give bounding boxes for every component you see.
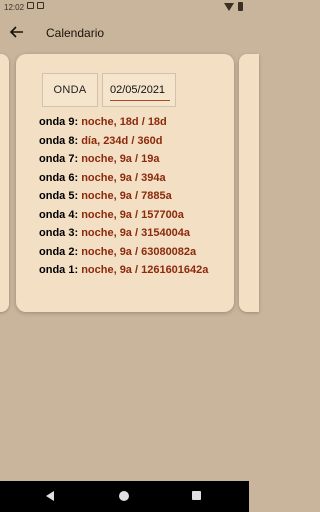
notification-icons bbox=[27, 2, 44, 9]
nav-home-icon[interactable] bbox=[119, 491, 129, 501]
wave-value: noche, 9a / 1261601642a bbox=[81, 264, 209, 276]
wave-row: onda 1: noche, 9a / 1261601642a bbox=[39, 263, 231, 282]
calendar-card: ONDA 02/05/2021 onda 9: noche, 18d / 18d… bbox=[16, 54, 234, 312]
wave-row: onda 8: día, 234d / 360d bbox=[39, 134, 231, 153]
wave-label: onda 9: bbox=[39, 116, 79, 128]
date-underline bbox=[110, 100, 170, 101]
app-bar: Calendario bbox=[0, 15, 249, 53]
page-title: Calendario bbox=[46, 26, 105, 40]
wave-label: onda 7: bbox=[39, 153, 79, 165]
status-bar: 12:02 bbox=[0, 0, 249, 15]
wave-label: onda 2: bbox=[39, 245, 79, 258]
date-value: 02/05/2021 bbox=[110, 84, 166, 96]
date-field[interactable]: 02/05/2021 bbox=[102, 73, 176, 107]
wave-label: onda 5: bbox=[39, 190, 79, 202]
wave-label: onda 3: bbox=[39, 227, 79, 239]
wave-label: onda 8: bbox=[39, 134, 79, 147]
arrow-left-icon[interactable] bbox=[9, 24, 25, 40]
google-notification-icon bbox=[37, 2, 44, 9]
wave-row: onda 9: noche, 18d / 18d bbox=[39, 115, 231, 134]
wave-label: onda 1: bbox=[39, 264, 79, 276]
ad-notification-icon bbox=[27, 2, 34, 9]
wave-row: onda 7: noche, 9a / 19a bbox=[39, 152, 231, 171]
wave-value: noche, 9a / 63080082a bbox=[81, 245, 197, 258]
battery-icon bbox=[238, 2, 243, 11]
wave-row: onda 5: noche, 9a / 7885a bbox=[39, 189, 231, 208]
wave-value: noche, 9a / 7885a bbox=[81, 190, 172, 202]
wave-label: onda 4: bbox=[39, 208, 79, 221]
wifi-icon bbox=[224, 2, 234, 11]
next-card[interactable] bbox=[239, 54, 259, 312]
wave-row: onda 6: noche, 9a / 394a bbox=[39, 171, 231, 190]
wave-value: noche, 18d / 18d bbox=[81, 116, 167, 128]
wave-value: noche, 9a / 3154004a bbox=[81, 227, 191, 239]
status-time: 12:02 bbox=[4, 3, 25, 12]
wave-row: onda 4: noche, 9a / 157700a bbox=[39, 208, 231, 227]
wave-value: noche, 9a / 19a bbox=[81, 153, 160, 165]
wave-list: onda 9: noche, 18d / 18d onda 8: día, 23… bbox=[39, 115, 231, 282]
wave-value: noche, 9a / 157700a bbox=[81, 208, 184, 221]
wave-label: onda 6: bbox=[39, 171, 79, 184]
system-icons bbox=[224, 2, 243, 11]
nav-recents-icon[interactable] bbox=[192, 491, 201, 500]
previous-card[interactable] bbox=[0, 54, 9, 312]
system-nav-bar bbox=[0, 481, 249, 512]
wave-row: onda 2: noche, 9a / 63080082a bbox=[39, 245, 231, 264]
wave-value: noche, 9a / 394a bbox=[81, 171, 166, 184]
wave-value: día, 234d / 360d bbox=[81, 134, 163, 147]
onda-button[interactable]: ONDA bbox=[42, 73, 98, 107]
wave-row: onda 3: noche, 9a / 3154004a bbox=[39, 226, 231, 245]
nav-back-icon[interactable] bbox=[46, 491, 54, 501]
